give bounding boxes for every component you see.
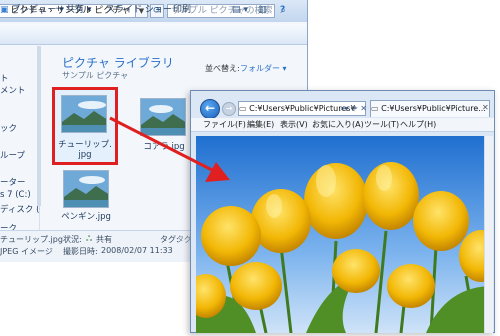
pointer-arrow <box>109 116 230 182</box>
